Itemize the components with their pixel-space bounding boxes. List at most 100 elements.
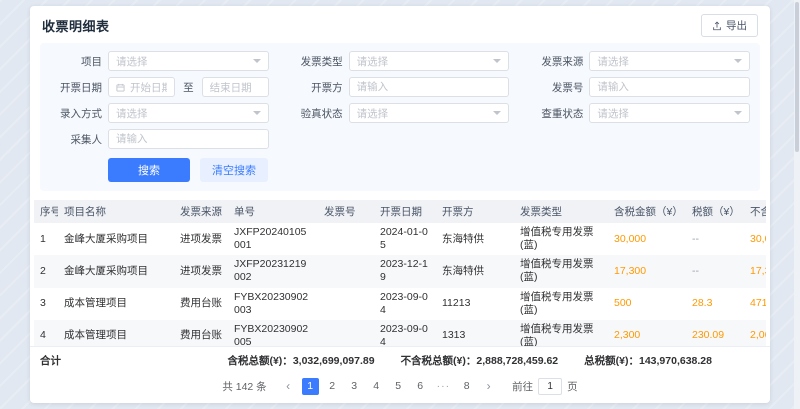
cell-invoice-number bbox=[318, 288, 374, 320]
total-with-tax: 含税总额(¥)：3,032,699,097.89 bbox=[227, 353, 374, 368]
clear-search-button[interactable]: 清空搜索 bbox=[200, 158, 268, 182]
page-list: 123456 ···8 bbox=[302, 378, 476, 395]
page-button-6[interactable]: 6 bbox=[412, 378, 429, 395]
filter-invoice-date-label: 开票日期 bbox=[50, 80, 102, 95]
goto-label: 前往 bbox=[512, 379, 533, 394]
page-ellipsis[interactable]: ··· bbox=[434, 378, 454, 395]
summary-bar: 合计 含税总额(¥)：3,032,699,097.89 不含税总额(¥)：2,8… bbox=[30, 346, 770, 373]
invoice-no-input[interactable] bbox=[589, 77, 750, 97]
cell-index: 4 bbox=[34, 320, 58, 346]
page-button-5[interactable]: 5 bbox=[390, 378, 407, 395]
entry-method-select[interactable]: 请选择 bbox=[108, 103, 269, 123]
cell-invoice-type: 增值税专用发票(蓝) bbox=[514, 255, 608, 287]
col-doc-number: 单号 bbox=[228, 200, 318, 223]
col-project-name: 项目名称 bbox=[58, 200, 174, 223]
filter-invoice-source: 发票来源 请选择 bbox=[531, 51, 750, 71]
cell-invoice-date: 2023-09-04 bbox=[374, 288, 436, 320]
cell-index: 2 bbox=[34, 255, 58, 287]
chevron-down-icon bbox=[734, 111, 742, 115]
search-button[interactable]: 搜索 bbox=[108, 158, 190, 182]
summary-label: 合计 bbox=[40, 353, 61, 368]
project-select[interactable]: 请选择 bbox=[108, 51, 269, 71]
table-row[interactable]: 2 金峰大厦采购项目 进项发票 JXFP20231219002 2023-12-… bbox=[34, 255, 766, 287]
cell-invoice-source: 进项发票 bbox=[174, 223, 228, 255]
window-scrollbar[interactable] bbox=[794, 0, 800, 409]
cell-tax: 230.09 bbox=[686, 320, 744, 346]
filter-invoice-source-label: 发票来源 bbox=[531, 54, 583, 69]
next-page-button[interactable]: › bbox=[480, 378, 497, 395]
export-icon bbox=[712, 21, 722, 31]
filter-issuer: 开票方 bbox=[291, 77, 510, 97]
cell-doc-number: FYBX20230902005 bbox=[228, 320, 318, 346]
page-button-4[interactable]: 4 bbox=[368, 378, 385, 395]
col-invoice-date: 开票日期 bbox=[374, 200, 436, 223]
cell-project-name: 成本管理项目 bbox=[58, 288, 174, 320]
cell-amount-without-tax: 17,300 bbox=[744, 255, 766, 287]
goto-page: 前往 页 bbox=[512, 378, 578, 395]
cell-invoice-number bbox=[318, 320, 374, 346]
col-invoice-type: 发票类型 bbox=[514, 200, 608, 223]
cell-amount-with-tax: 30,000 bbox=[608, 223, 686, 255]
table-row[interactable]: 4 成本管理项目 费用台账 FYBX20230902005 2023-09-04… bbox=[34, 320, 766, 346]
calendar-icon bbox=[116, 83, 125, 92]
cell-project-name: 金峰大厦采购项目 bbox=[58, 255, 174, 287]
table-row[interactable]: 3 成本管理项目 费用台账 FYBX20230902003 2023-09-04… bbox=[34, 288, 766, 320]
cell-issuer: 东海特供 bbox=[436, 255, 514, 287]
filter-duplicate-status: 查重状态 请选择 bbox=[531, 103, 750, 123]
table-row[interactable]: 1 金峰大厦采购项目 进项发票 JXFP20240105001 2024-01-… bbox=[34, 223, 766, 255]
date-end-picker[interactable]: 结束日期 bbox=[202, 77, 269, 97]
page-button-2[interactable]: 2 bbox=[324, 378, 341, 395]
filter-invoice-type-label: 发票类型 bbox=[291, 54, 343, 69]
filter-duplicate-status-label: 查重状态 bbox=[531, 106, 583, 121]
filter-collector-label: 采集人 bbox=[50, 132, 102, 147]
verify-status-select[interactable]: 请选择 bbox=[349, 103, 510, 123]
filter-invoice-no: 发票号 bbox=[531, 77, 750, 97]
col-invoice-source: 发票来源 bbox=[174, 200, 228, 223]
cell-tax: 28.3 bbox=[686, 288, 744, 320]
cell-tax: -- bbox=[686, 223, 744, 255]
page-title: 收票明细表 bbox=[42, 16, 110, 35]
cell-index: 1 bbox=[34, 223, 58, 255]
cell-invoice-date: 2023-09-04 bbox=[374, 320, 436, 346]
cell-amount-with-tax: 17,300 bbox=[608, 255, 686, 287]
filter-verify-status-label: 验真状态 bbox=[291, 106, 343, 121]
cell-doc-number: JXFP20231219002 bbox=[228, 255, 318, 287]
filter-project: 项目 请选择 bbox=[50, 51, 269, 71]
col-amount-with-tax: 含税金额（¥） bbox=[608, 200, 686, 223]
date-start-picker[interactable]: 开始日期 bbox=[108, 77, 175, 97]
chevron-down-icon bbox=[253, 111, 261, 115]
page-button-8[interactable]: 8 bbox=[458, 378, 475, 395]
cell-issuer: 东海特供 bbox=[436, 223, 514, 255]
table-header-row: 序号 项目名称 发票来源 单号 发票号 开票日期 开票方 发票类型 含税金额（¥… bbox=[34, 200, 766, 223]
filter-actions: 搜索 清空搜索 bbox=[50, 158, 750, 182]
page-button-1[interactable]: 1 bbox=[302, 378, 319, 395]
cell-invoice-source: 进项发票 bbox=[174, 255, 228, 287]
export-button[interactable]: 导出 bbox=[701, 14, 758, 37]
cell-invoice-date: 2023-12-19 bbox=[374, 255, 436, 287]
collector-input[interactable] bbox=[108, 129, 269, 149]
date-range-separator: 至 bbox=[183, 80, 194, 95]
page-button-3[interactable]: 3 bbox=[346, 378, 363, 395]
panel-header: 收票明细表 导出 bbox=[30, 6, 770, 43]
chevron-down-icon bbox=[493, 111, 501, 115]
goto-page-input[interactable] bbox=[538, 378, 562, 395]
cell-project-name: 成本管理项目 bbox=[58, 320, 174, 346]
goto-suffix: 页 bbox=[567, 379, 578, 394]
filter-issuer-label: 开票方 bbox=[291, 80, 343, 95]
scrollbar-thumb[interactable] bbox=[795, 2, 799, 152]
duplicate-status-select[interactable]: 请选择 bbox=[589, 103, 750, 123]
invoice-source-select[interactable]: 请选择 bbox=[589, 51, 750, 71]
cell-amount-without-tax: 471.7 bbox=[744, 288, 766, 320]
table-body: 1 金峰大厦采购项目 进项发票 JXFP20240105001 2024-01-… bbox=[34, 223, 766, 346]
cell-issuer: 1313 bbox=[436, 320, 514, 346]
invoice-type-select[interactable]: 请选择 bbox=[349, 51, 510, 71]
cell-amount-without-tax: 30,000 bbox=[744, 223, 766, 255]
cell-doc-number: FYBX20230902003 bbox=[228, 288, 318, 320]
cell-amount-without-tax: 2,069.91 bbox=[744, 320, 766, 346]
desktop-background: 收票明细表 导出 项目 请选择 发票类型 bbox=[0, 0, 800, 409]
cell-invoice-number bbox=[318, 223, 374, 255]
cell-tax: -- bbox=[686, 255, 744, 287]
issuer-input[interactable] bbox=[349, 77, 510, 97]
prev-page-button[interactable]: ‹ bbox=[280, 378, 297, 395]
col-tax: 税额（¥） bbox=[686, 200, 744, 223]
